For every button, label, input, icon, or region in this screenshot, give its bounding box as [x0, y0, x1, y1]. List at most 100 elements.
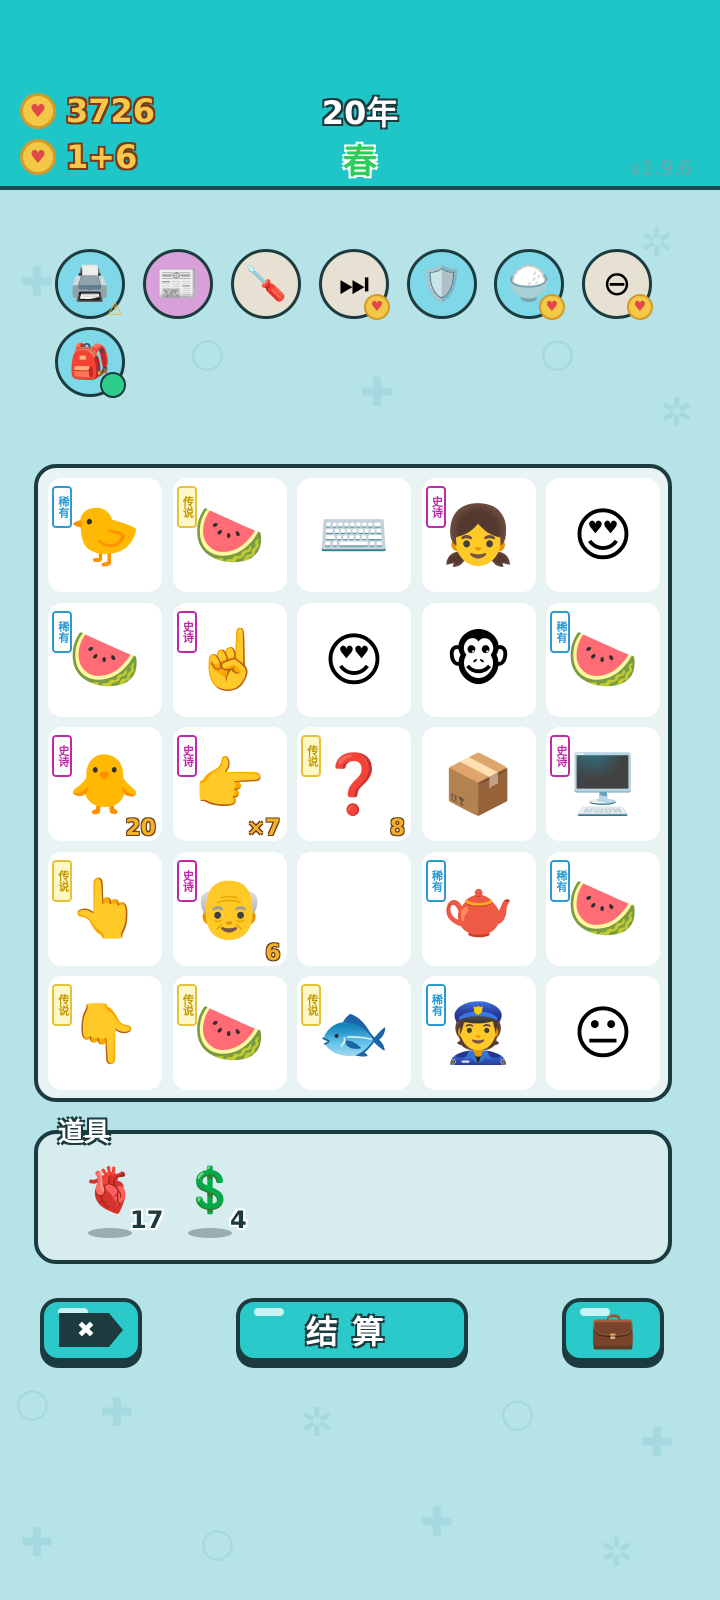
delete-icon: ✖ [59, 1313, 123, 1347]
settle-button[interactable]: 结算 [236, 1298, 468, 1362]
rarity-tag: 史诗 [425, 486, 446, 528]
board-cell[interactable]: 🖥️ 史诗 [546, 727, 660, 841]
bg-decoration: ✲ [660, 390, 694, 436]
rarity-tag: 稀有 [425, 984, 446, 1026]
skip-forward-icon: ⏭ [338, 264, 370, 304]
bg-decoration: ✚ [640, 1420, 674, 1466]
rarity-tag: 史诗 [550, 735, 570, 777]
board-cell[interactable]: ❓ 传说 8 [297, 727, 411, 841]
rarity-tag: 传说 [52, 859, 72, 902]
rarity-tag: 传说 [52, 984, 72, 1026]
cardboard-box-icon: 📦 [442, 749, 515, 818]
bag-button[interactable]: 💼 [562, 1298, 664, 1362]
rarity-tag: 传说 [301, 735, 321, 777]
minus-circle-icon: ⊖ [602, 264, 632, 304]
bg-decoration: ○ [190, 330, 225, 376]
bg-decoration: ○ [200, 1520, 235, 1566]
top-bar: ♥ 3726 ♥ 1+6 20年 春 v1.9.6 [0, 0, 720, 190]
screwdriver-icon: 🪛 [244, 264, 288, 304]
skill-screwdriver-button[interactable]: 🪛 [231, 249, 301, 319]
bg-decoration: ○ [540, 330, 575, 376]
version-label: v1.9.6 [629, 156, 692, 180]
board-cell[interactable]: 👮 稀有 [421, 976, 536, 1090]
bg-decoration: ✲ [600, 1530, 634, 1576]
bg-decoration: ✚ [20, 260, 54, 306]
skill-badge-icon: ♥ [627, 294, 653, 320]
item-count: ×7 [246, 816, 281, 841]
board-cell[interactable]: 🐥 史诗 20 [48, 727, 162, 841]
rarity-tag: 传说 [176, 486, 197, 528]
skill-badge-icon: ⚠ [106, 298, 124, 320]
skill-printer-button[interactable]: 🖨️ ⚠ [55, 249, 125, 320]
rarity-tag: 稀有 [425, 859, 446, 902]
prop-item[interactable]: 🫀 17 [80, 1162, 170, 1252]
board-cell[interactable]: 🍉 传说 [172, 478, 287, 592]
board-cell-empty[interactable] [297, 851, 411, 966]
rarity-tag: 史诗 [52, 735, 72, 777]
rarity-tag: 稀有 [550, 610, 570, 653]
board-cell[interactable]: 🐟 传说 [297, 976, 411, 1090]
prop-shadow [188, 1228, 232, 1238]
skill-badge-icon: ♥ [364, 294, 390, 320]
board-cell[interactable]: 👇 传说 [48, 976, 162, 1090]
board-cell[interactable]: 😐 [546, 976, 660, 1090]
rarity-tag: 史诗 [176, 610, 197, 653]
prop-count: 17 [130, 1206, 164, 1234]
prop-item[interactable]: 💲 4 [180, 1162, 270, 1252]
board-cell[interactable]: 🫖 稀有 [421, 851, 536, 966]
board-cell[interactable]: ⌨️ [297, 478, 411, 592]
board-cell[interactable]: ☝️ 史诗 [172, 602, 287, 717]
board-cell[interactable]: 🐵 [421, 602, 536, 717]
item-count: 8 [389, 816, 405, 841]
prop-shadow [88, 1228, 132, 1238]
shield-wrench-icon: 🛡️ [420, 264, 464, 304]
board-cell[interactable]: 🍉 稀有 [546, 602, 660, 717]
skill-badge-icon: ● [100, 372, 126, 398]
board-cell[interactable]: 😍 [546, 478, 660, 592]
settle-label: 结算 [305, 1313, 398, 1351]
prop-count: 4 [230, 1206, 247, 1234]
board-cell[interactable]: 👴 史诗 6 [172, 851, 287, 966]
props-panel: 🫀 17 💲 4 [34, 1130, 672, 1264]
bg-decoration: ✚ [360, 370, 394, 416]
skill-time-magazine-button[interactable]: 📰 [143, 249, 213, 319]
skill-skip-forward-button[interactable]: ⏭ ♥ [319, 249, 390, 320]
heart-eyes-man-icon: 😍 [572, 501, 634, 569]
board-cell[interactable]: 🐤 稀有 [48, 478, 162, 592]
board-cell[interactable]: 👉 史诗 ×7 [172, 727, 287, 841]
skill-minus-circle-button[interactable]: ⊖ ♥ [582, 249, 653, 320]
board-cell[interactable]: 🍉 稀有 [546, 851, 660, 966]
season-label: 春 [343, 142, 377, 182]
rarity-tag: 稀有 [550, 859, 570, 902]
item-board: 🐤 稀有 🍉 传说 ⌨️ 👧 史诗 😍 🍉 稀有 ☝️ 史诗 😍 🐵 🍉 稀有 🐥 史诗 20 👉 史诗 ×7 ❓ 传说 8 📦 🖥… [34, 464, 672, 1102]
bg-decoration: ✚ [420, 1500, 454, 1546]
board-cell[interactable]: 👧 史诗 [421, 478, 536, 592]
rarity-tag: 史诗 [176, 735, 197, 777]
bg-decoration: ○ [500, 1390, 535, 1436]
man-face-icon: 😐 [572, 999, 634, 1067]
rarity-tag: 稀有 [52, 610, 72, 653]
board-cell[interactable]: 🍉 稀有 [48, 602, 162, 717]
rarity-tag: 史诗 [176, 859, 197, 902]
rarity-tag: 稀有 [52, 486, 72, 528]
delete-button[interactable]: ✖ [40, 1298, 142, 1362]
button-shine [580, 1308, 610, 1316]
board-cell[interactable]: 📦 [421, 727, 536, 841]
bg-decoration: ✚ [20, 1520, 54, 1566]
heart-eyes-grandpa-icon: 😍 [323, 625, 385, 694]
skill-sack-button[interactable]: 🎒 ● [55, 327, 126, 398]
item-count: 6 [265, 940, 281, 966]
board-cell[interactable]: 😍 [297, 602, 411, 717]
bg-decoration: ✚ [100, 1390, 134, 1436]
props-title: 道具 [58, 1118, 111, 1148]
bg-decoration: ○ [15, 1380, 50, 1426]
button-shine [254, 1308, 284, 1316]
rarity-tag: 传说 [301, 984, 321, 1026]
skill-shield-wrench-button[interactable]: 🛡️ [407, 249, 477, 319]
board-cell[interactable]: 👆 传说 [48, 851, 162, 966]
bg-decoration: ✲ [300, 1400, 334, 1446]
item-count: 20 [125, 816, 156, 841]
skill-rice-bowl-button[interactable]: 🍚 ♥ [494, 249, 565, 320]
board-cell[interactable]: 🍉 传说 [172, 976, 287, 1090]
time-magazine-icon: 📰 [156, 264, 200, 304]
